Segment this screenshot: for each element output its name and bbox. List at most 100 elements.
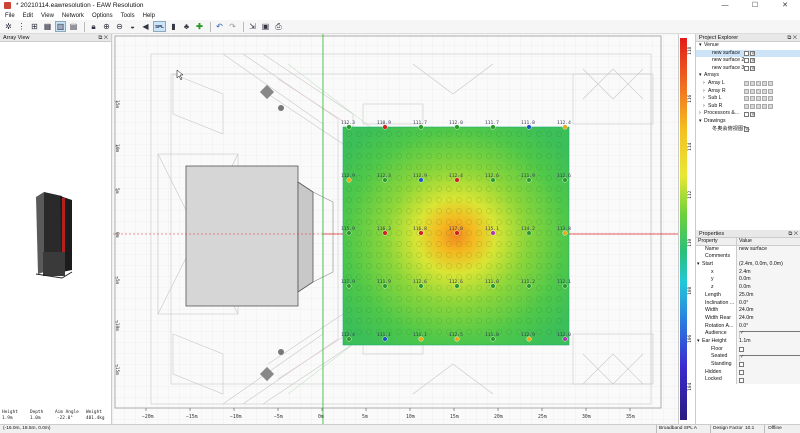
tree-item[interactable]: ▾ Drawings <box>696 118 800 126</box>
property-value[interactable]: 25.0m <box>736 291 800 300</box>
property-value[interactable]: new surface <box>736 245 800 254</box>
property-row[interactable]: Inclination ... 0.0° <box>696 299 800 308</box>
property-checkbox[interactable] <box>739 362 744 368</box>
export-icon[interactable]: ⇲ <box>247 21 258 32</box>
property-value[interactable] <box>736 330 800 340</box>
property-value[interactable] <box>736 376 800 385</box>
visibility-toggle[interactable] <box>750 65 755 73</box>
property-row[interactable]: z 0.0m <box>696 284 800 292</box>
property-row[interactable]: ▾ Start (2.4m, 0.0m, 0.0m) <box>696 261 800 269</box>
menu-file[interactable]: File <box>5 13 15 19</box>
tree-expand-icon[interactable]: ▾ <box>699 72 702 80</box>
property-value[interactable] <box>736 368 800 377</box>
visibility-toggle[interactable] <box>750 50 755 57</box>
plan-view-svg[interactable]: 112.3 110.9 111.7 112.0 111.7 111.8 112.4 112.9… <box>113 34 678 424</box>
tree-item[interactable]: 冬奥会俯视图T... <box>696 126 800 134</box>
close-button[interactable]: ✕ <box>770 0 800 11</box>
property-row[interactable]: Standing <box>696 361 800 369</box>
property-row[interactable]: Rotation A... 0.0° <box>696 322 800 331</box>
visibility-toggle[interactable] <box>744 58 749 64</box>
array-control-icon[interactable] <box>762 81 767 87</box>
property-checkbox[interactable] <box>739 346 744 352</box>
tree-item[interactable]: ▾ Venue <box>696 42 800 50</box>
zoom-in-icon[interactable]: ⊕ <box>101 21 112 32</box>
visibility-toggle[interactable] <box>744 111 749 117</box>
tree-item[interactable]: › Processors &... <box>696 110 800 118</box>
property-row[interactable]: Width 24.0m <box>696 307 800 315</box>
property-group-collapse-icon[interactable]: ▾ <box>697 338 700 346</box>
menu-help[interactable]: Help <box>143 13 155 19</box>
property-value[interactable]: 0.0° <box>736 322 800 331</box>
property-value[interactable] <box>736 353 800 363</box>
property-group-collapse-icon[interactable]: ▾ <box>697 261 700 269</box>
bar-tool-icon[interactable]: ▥ <box>55 21 66 32</box>
array-tool-icon[interactable]: ⋮ <box>16 21 27 32</box>
property-row[interactable]: Locked <box>696 376 800 385</box>
array-control-icon[interactable] <box>756 96 761 102</box>
tree-item[interactable]: ▾ Arrays <box>696 72 800 80</box>
lock-icon[interactable]: 🔒︎ <box>88 21 99 32</box>
speaker-array-model[interactable] <box>35 192 73 279</box>
visibility-toggle[interactable] <box>744 50 749 56</box>
array-control-icon[interactable] <box>756 81 761 87</box>
add-icon[interactable]: ✚ <box>194 21 205 32</box>
property-row[interactable]: x 2.4m <box>696 268 800 277</box>
property-value[interactable] <box>736 361 800 369</box>
property-row[interactable]: Floor <box>696 345 800 354</box>
menu-network[interactable]: Network <box>62 13 84 19</box>
array-control-icon[interactable] <box>744 88 749 94</box>
menu-view[interactable]: View <box>41 13 54 19</box>
property-row[interactable]: Seated <box>696 353 800 363</box>
property-value[interactable]: 0.0m <box>736 284 800 292</box>
sound-icon[interactable]: ◀ <box>140 21 151 32</box>
menu-options[interactable]: Options <box>92 13 113 19</box>
undo-icon[interactable]: ↶ <box>214 21 225 32</box>
array-control-icon[interactable] <box>750 96 755 102</box>
property-value[interactable]: 0.0m <box>736 276 800 285</box>
tree-expand-icon[interactable]: ▾ <box>699 118 702 126</box>
redo-icon[interactable]: ↷ <box>227 21 238 32</box>
property-value[interactable]: 1.1m <box>736 337 800 346</box>
tree-expand-icon[interactable]: › <box>703 95 705 103</box>
speaker-icon[interactable]: ▮ <box>168 21 179 32</box>
sub-tool-icon[interactable]: ⊞ <box>29 21 40 32</box>
property-checkbox[interactable] <box>739 369 744 375</box>
print-icon[interactable]: ⎙ <box>273 21 284 32</box>
tree-item[interactable]: › Sub L <box>696 95 800 103</box>
property-value[interactable]: (2.4m, 0.0m, 0.0m) <box>736 261 800 269</box>
chart-tool-icon[interactable]: ▦ <box>42 21 53 32</box>
minimize-button[interactable]: — <box>710 0 740 11</box>
array-control-icon[interactable] <box>744 96 749 102</box>
array-control-icon[interactable] <box>750 88 755 94</box>
panel-float-close-icon[interactable]: ⧉ ✕ <box>98 34 108 42</box>
visibility-toggle[interactable] <box>750 111 755 118</box>
array-control-icon[interactable] <box>768 81 773 87</box>
zoom-out-icon[interactable]: ⊖ <box>114 21 125 32</box>
panel-float-close-icon[interactable]: ⧉ ✕ <box>787 34 797 42</box>
property-row[interactable]: y 0.0m <box>696 276 800 285</box>
array-control-icon[interactable] <box>768 96 773 102</box>
spl-button[interactable]: SPL <box>153 21 166 32</box>
array-control-icon[interactable] <box>750 103 755 109</box>
array-control-icon[interactable] <box>762 103 767 109</box>
tree-item[interactable]: new surface <box>696 49 800 57</box>
property-value[interactable] <box>736 345 800 354</box>
tree-item[interactable]: new surface 3 <box>696 65 800 73</box>
property-value[interactable]: 2.4m <box>736 268 800 277</box>
visibility-toggle[interactable] <box>750 57 755 65</box>
tree-expand-icon[interactable]: › <box>703 103 705 111</box>
property-row[interactable]: Audience <box>696 330 800 340</box>
spl-surface[interactable] <box>342 126 570 346</box>
menu-edit[interactable]: Edit <box>23 13 33 19</box>
property-row[interactable]: Name new surface <box>696 245 800 254</box>
property-row[interactable]: Hidden <box>696 368 800 377</box>
property-value[interactable]: 24.0m <box>736 314 800 323</box>
panel-float-close-icon[interactable]: ⧉ ✕ <box>788 230 798 238</box>
array-control-icon[interactable] <box>756 88 761 94</box>
property-row[interactable]: Comments <box>696 253 800 262</box>
maximize-button[interactable]: ☐ <box>740 0 770 11</box>
grid-tool-icon[interactable]: ▤ <box>68 21 79 32</box>
tree-icon[interactable]: ♣ <box>181 21 192 32</box>
array-control-icon[interactable] <box>750 81 755 87</box>
tree-item[interactable]: › Array R <box>696 88 800 96</box>
